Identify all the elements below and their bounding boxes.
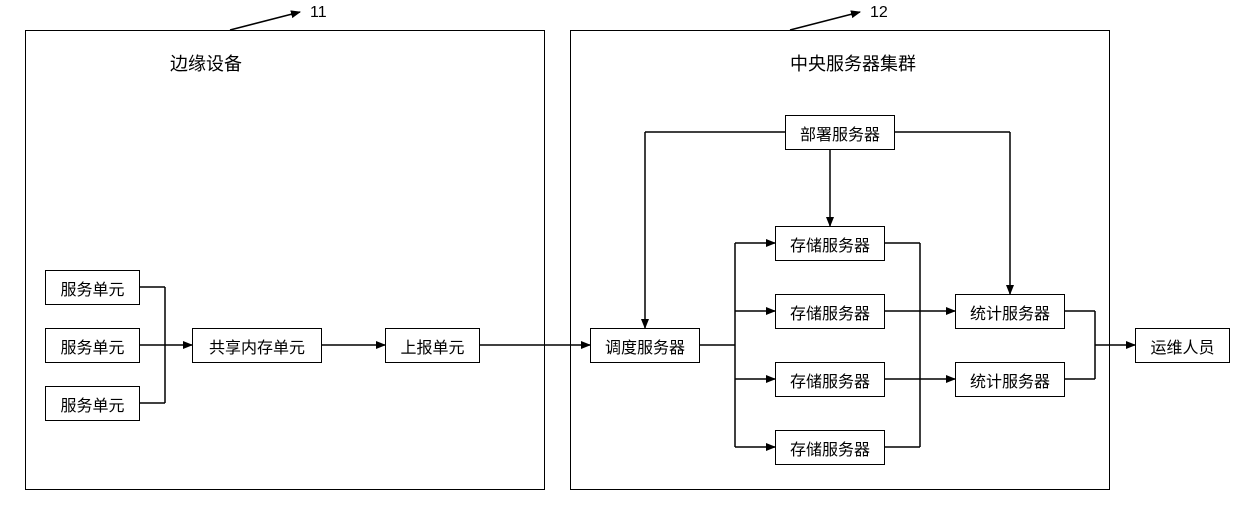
deploy-server-box: 部署服务器	[785, 115, 895, 150]
report-unit-box: 上报单元	[385, 328, 480, 363]
storage-server-box: 存储服务器	[775, 226, 885, 261]
stats-server-box: 统计服务器	[955, 294, 1065, 329]
storage-server-box: 存储服务器	[775, 362, 885, 397]
ref-12-label: 12	[870, 4, 888, 22]
deploy-server-label: 部署服务器	[800, 121, 880, 145]
service-unit-label: 服务单元	[60, 334, 124, 358]
storage-server-label: 存储服务器	[790, 300, 870, 324]
dispatch-server-box: 调度服务器	[590, 328, 700, 363]
report-unit-label: 上报单元	[400, 334, 464, 358]
ref-11-label: 11	[310, 4, 327, 22]
edge-device-container	[25, 30, 545, 490]
stats-server-box: 统计服务器	[955, 362, 1065, 397]
storage-server-label: 存储服务器	[790, 368, 870, 392]
service-unit-box: 服务单元	[45, 270, 140, 305]
ops-personnel-label: 运维人员	[1150, 334, 1214, 358]
storage-server-box: 存储服务器	[775, 430, 885, 465]
service-unit-label: 服务单元	[60, 276, 124, 300]
stats-server-label: 统计服务器	[970, 300, 1050, 324]
storage-server-label: 存储服务器	[790, 232, 870, 256]
stats-server-label: 统计服务器	[970, 368, 1050, 392]
service-unit-box: 服务单元	[45, 328, 140, 363]
storage-server-label: 存储服务器	[790, 436, 870, 460]
dispatch-server-label: 调度服务器	[605, 334, 685, 358]
storage-server-box: 存储服务器	[775, 294, 885, 329]
edge-device-title: 边缘设备	[170, 50, 242, 76]
ops-personnel-box: 运维人员	[1135, 328, 1230, 363]
shared-memory-label: 共享内存单元	[209, 334, 305, 358]
service-unit-box: 服务单元	[45, 386, 140, 421]
service-unit-label: 服务单元	[60, 392, 124, 416]
shared-memory-box: 共享内存单元	[192, 328, 322, 363]
central-server-title: 中央服务器集群	[790, 50, 916, 76]
